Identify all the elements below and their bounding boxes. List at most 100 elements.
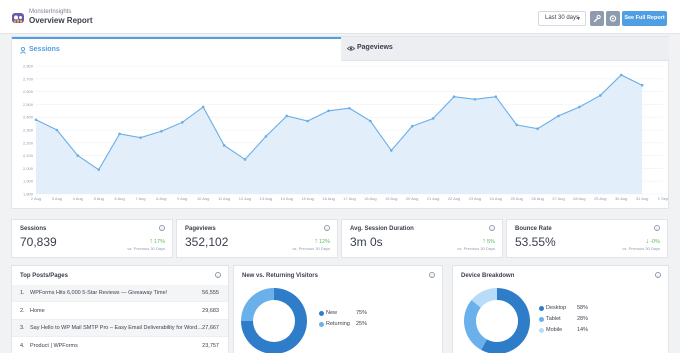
data-point xyxy=(139,136,142,139)
stat-sessions: Sessions 70,839 i 🡑 17% vs. Previous 30 … xyxy=(11,219,173,258)
y-tick-label: 2,600 xyxy=(23,89,34,94)
settings-button[interactable] xyxy=(606,11,620,26)
x-tick-label: 14 Aug xyxy=(281,196,293,201)
x-tick-label: 25 Aug xyxy=(510,196,522,201)
x-tick-label: 4 Aug xyxy=(73,196,83,201)
stat-comparison: vs. Previous 30 Days xyxy=(457,246,495,251)
info-icon[interactable]: i xyxy=(215,272,221,278)
data-point xyxy=(578,105,581,109)
stat-value: 70,839 xyxy=(20,235,57,249)
data-point xyxy=(640,83,644,87)
stat-label: Bounce Rate xyxy=(515,226,552,232)
data-point xyxy=(76,154,80,157)
see-full-report-button[interactable]: See Full Report xyxy=(622,11,667,26)
x-tick-label: 20 Aug xyxy=(406,196,418,201)
list-item[interactable]: 1. WPForms Hits 6,000 5-Star Reviews — G… xyxy=(12,285,228,302)
x-tick-label: 18 Aug xyxy=(364,196,376,201)
x-tick-label: 13 Aug xyxy=(260,196,272,201)
x-tick-label: 27 Aug xyxy=(552,196,564,201)
data-point xyxy=(264,135,268,138)
data-point xyxy=(515,123,518,127)
donut-slice xyxy=(241,288,274,321)
list-item-count: 27,667 xyxy=(202,325,219,331)
legend-value: 58% xyxy=(577,305,589,311)
info-icon[interactable]: i xyxy=(159,225,165,231)
list-item-rank: 2. xyxy=(20,308,25,314)
x-tick-label: 24 Aug xyxy=(490,196,502,201)
list-item[interactable]: 4. Product | WPForms 23,757 xyxy=(12,338,228,353)
top-posts-panel: Top Posts/Pages i 1. WPForms Hits 6,000 … xyxy=(11,265,229,353)
stat-avg-session-duration: Avg. Session Duration 3m 0s i 🡑 5% vs. P… xyxy=(341,219,503,258)
stat-value: 352,102 xyxy=(185,235,229,249)
info-icon[interactable]: i xyxy=(654,225,660,231)
data-point xyxy=(181,121,184,124)
data-point xyxy=(410,124,414,128)
x-tick-label: 8 Aug xyxy=(156,196,166,201)
x-tick-label: 26 Aug xyxy=(531,196,543,201)
x-tick-label: 7 Aug xyxy=(135,196,145,201)
list-item-title[interactable]: Home xyxy=(30,303,205,320)
list-item-rank: 1. xyxy=(20,290,25,296)
legend-label: Returning xyxy=(326,321,350,327)
x-tick-label: 22 Aug xyxy=(448,196,460,201)
data-point xyxy=(431,117,435,120)
info-icon[interactable]: i xyxy=(489,225,495,231)
list-item-rank: 3. xyxy=(20,325,25,331)
legend-item-mobile: Mobile 14% xyxy=(539,327,609,335)
y-tick-label: 2,300 xyxy=(23,128,34,133)
x-tick-label: 9 Aug xyxy=(177,196,187,201)
legend-value: 28% xyxy=(577,316,589,322)
date-range-select[interactable]: Last 30 days ▼ xyxy=(538,11,586,26)
list-item-count: 56,555 xyxy=(202,290,219,296)
caret-down-icon: ▼ xyxy=(576,16,581,22)
stat-change-value: 5% xyxy=(487,239,495,245)
list-item-title[interactable]: Product | WPForms xyxy=(30,338,205,353)
stat-value: 3m 0s xyxy=(350,235,383,249)
list-item-title[interactable]: WPForms Hits 6,000 5-Star Reviews — Give… xyxy=(30,285,205,302)
legend-value: 75% xyxy=(356,310,368,316)
y-tick-label: 2,200 xyxy=(23,140,34,145)
legend-value: 14% xyxy=(577,327,589,333)
print-button[interactable] xyxy=(590,11,604,26)
report-header: MonsterInsights Overview Report Last 30 … xyxy=(0,0,680,34)
data-point xyxy=(285,114,289,118)
data-point xyxy=(118,132,121,136)
series-area xyxy=(36,75,643,194)
y-tick-label: 2,100 xyxy=(23,153,34,158)
new-vs-returning-panel: New vs. Returning Visitors i New 75% Ret… xyxy=(233,265,443,353)
data-point xyxy=(201,105,205,109)
data-point xyxy=(452,95,456,99)
stat-pageviews: Pageviews 352,102 i 🡑 12% vs. Previous 3… xyxy=(176,219,338,258)
x-tick-label: 6 Aug xyxy=(114,196,124,201)
stat-comparison: vs. Previous 30 Days xyxy=(127,246,165,251)
stat-label: Avg. Session Duration xyxy=(350,226,414,232)
legend-dot xyxy=(539,317,544,322)
gear-icon xyxy=(609,15,617,22)
stat-change-value: -0% xyxy=(650,239,660,245)
data-point xyxy=(222,144,226,147)
x-tick-label: 1 Sep xyxy=(658,196,669,201)
x-tick-label: 2 Aug xyxy=(31,196,41,201)
x-tick-label: 30 Aug xyxy=(615,196,627,201)
list-item-title[interactable]: Say Hello to WP Mail SMTP Pro – Easy Ema… xyxy=(30,320,205,337)
legend-label: Desktop xyxy=(546,305,567,311)
data-point xyxy=(369,119,372,123)
data-point xyxy=(473,97,477,101)
data-point xyxy=(306,119,310,123)
list-item[interactable]: 3. Say Hello to WP Mail SMTP Pro – Easy … xyxy=(12,320,228,337)
monsterinsights-logo-icon xyxy=(12,13,24,23)
legend-dot xyxy=(319,322,324,327)
list-item-count: 29,683 xyxy=(202,308,219,314)
brand-name: MonsterInsights xyxy=(29,9,72,15)
stat-comparison: vs. Previous 30 Days xyxy=(292,246,330,251)
x-tick-label: 21 Aug xyxy=(427,196,439,201)
data-point xyxy=(243,158,247,161)
legend-label: Tablet xyxy=(546,316,561,322)
data-point xyxy=(348,106,351,110)
wrench-icon xyxy=(593,14,601,23)
x-tick-label: 23 Aug xyxy=(469,196,481,201)
list-item[interactable]: 2. Home 29,683 xyxy=(12,303,228,320)
info-icon[interactable]: i xyxy=(324,225,330,231)
x-tick-label: 19 Aug xyxy=(385,196,397,201)
list-item-count: 23,757 xyxy=(202,343,219,349)
